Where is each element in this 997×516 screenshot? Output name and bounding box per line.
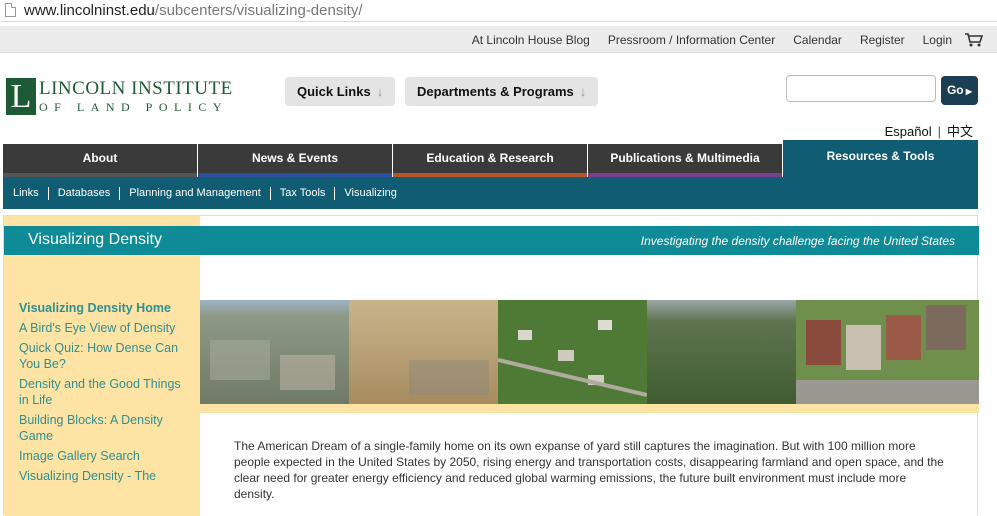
- subnav-databases[interactable]: Databases: [47, 186, 120, 200]
- util-link-login[interactable]: Login: [923, 33, 952, 47]
- aerial-photo-green-neighborhood: [498, 300, 647, 404]
- lang-chinese[interactable]: 中文: [947, 124, 973, 139]
- util-link-pressroom[interactable]: Pressroom / Information Center: [608, 33, 775, 47]
- site-logo[interactable]: L LINCOLN INSTITUTE OF LAND POLICY: [6, 78, 246, 118]
- utility-links: At Lincoln House Blog Pressroom / Inform…: [472, 33, 952, 47]
- sidebar-item-birds-eye[interactable]: A Bird's Eye View of Density: [19, 320, 189, 336]
- aerial-photo-city-trees: [647, 300, 796, 404]
- sub-nav: Links Databases Planning and Management …: [3, 177, 978, 209]
- sidebar-item-home[interactable]: Visualizing Density Home: [19, 300, 189, 316]
- intro-paragraph: The American Dream of a single-family ho…: [234, 439, 944, 501]
- language-switcher: Español | 中文: [885, 121, 973, 140]
- aerial-photo-desert: [349, 300, 498, 404]
- tab-news-events[interactable]: News & Events: [198, 144, 392, 177]
- play-arrow-icon: ▶: [963, 87, 973, 96]
- tab-resources-tools[interactable]: Resources & Tools: [783, 140, 978, 177]
- quick-links-label: Quick Links: [297, 84, 371, 99]
- logo-line-1: LINCOLN INSTITUTE: [39, 78, 233, 99]
- aerial-photo-rowhouses: [796, 300, 979, 404]
- tab-education-research[interactable]: Education & Research: [393, 144, 587, 177]
- aerial-photo-suburb: [200, 300, 349, 404]
- lang-separator: |: [937, 124, 941, 139]
- content-area: Visualizing Density Investigating the de…: [3, 215, 979, 516]
- tab-about[interactable]: About: [3, 144, 197, 177]
- quick-links-button[interactable]: Quick Links ↓: [285, 77, 396, 106]
- main-nav: About News & Events Education & Research…: [3, 140, 978, 177]
- photo-strip-underline: [200, 404, 979, 413]
- subnav-tax-tools[interactable]: Tax Tools: [269, 186, 335, 200]
- subnav-links[interactable]: Links: [13, 187, 48, 200]
- url-host: www.lincolninst.edu: [24, 2, 155, 19]
- address-bar[interactable]: www.lincolninst.edu/subcenters/visualizi…: [0, 0, 997, 22]
- sidebar-item-visualizing-density[interactable]: Visualizing Density - The: [19, 468, 189, 484]
- lang-spanish[interactable]: Español: [885, 124, 932, 139]
- arrow-down-icon: ↓: [376, 84, 384, 99]
- util-link-blog[interactable]: At Lincoln House Blog: [472, 33, 590, 47]
- util-link-register[interactable]: Register: [860, 33, 905, 47]
- logo-line-2: OF LAND POLICY: [39, 100, 229, 114]
- section-banner: Visualizing Density Investigating the de…: [4, 226, 979, 255]
- arrow-down-icon: ↓: [579, 84, 587, 99]
- banner-subtitle: Investigating the density challenge faci…: [640, 234, 955, 248]
- aerial-photo-strip: [200, 300, 979, 404]
- sidebar-item-good-things[interactable]: Density and the Good Things in Life: [19, 376, 189, 408]
- page-icon: [5, 3, 16, 17]
- logo-mark: L: [6, 78, 36, 115]
- url-path: /subcenters/visualizing-density/: [154, 2, 363, 19]
- tab-publications-multimedia[interactable]: Publications & Multimedia: [588, 144, 782, 177]
- util-link-calendar[interactable]: Calendar: [793, 33, 842, 47]
- subnav-planning-management[interactable]: Planning and Management: [119, 186, 269, 200]
- sidebar-item-image-gallery[interactable]: Image Gallery Search: [19, 448, 189, 464]
- shopping-cart-icon[interactable]: [965, 33, 983, 47]
- url-text[interactable]: www.lincolninst.edu/subcenters/visualizi…: [24, 2, 363, 19]
- search-go-button[interactable]: Go ▶: [941, 76, 978, 105]
- departments-label: Departments & Programs: [417, 84, 574, 99]
- subnav-visualizing[interactable]: Visualizing: [334, 186, 405, 200]
- go-label: Go: [946, 83, 964, 97]
- sidebar-item-building-blocks[interactable]: Building Blocks: A Density Game: [19, 412, 189, 444]
- utility-bar: At Lincoln House Blog Pressroom / Inform…: [0, 26, 997, 53]
- departments-programs-button[interactable]: Departments & Programs ↓: [405, 77, 599, 106]
- sidebar-item-quiz[interactable]: Quick Quiz: How Dense Can You Be?: [19, 340, 189, 372]
- search-input[interactable]: [786, 75, 936, 102]
- sidebar-links: Visualizing Density Home A Bird's Eye Vi…: [19, 300, 189, 488]
- banner-title: Visualizing Density: [28, 231, 162, 248]
